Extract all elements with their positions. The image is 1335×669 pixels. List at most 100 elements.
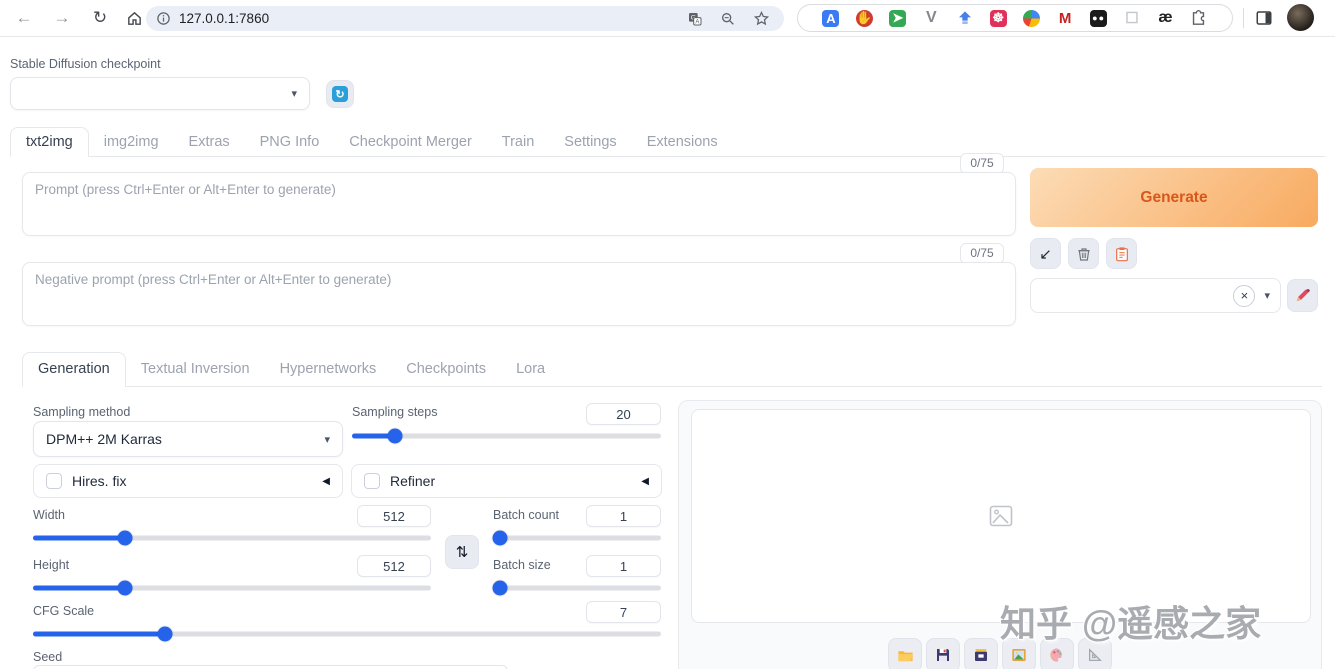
batch-size-input[interactable] [586,555,661,577]
red-m-extension-icon[interactable]: M [1057,10,1074,27]
width-label: Width [33,508,65,522]
sampling-steps-input[interactable] [586,403,661,425]
profile-avatar[interactable] [1287,4,1314,31]
tab-generation[interactable]: Generation [22,352,126,387]
batch-count-slider-handle[interactable] [492,530,508,545]
result-gallery[interactable] [691,409,1311,623]
translate-extension-icon[interactable]: A [822,9,840,27]
negative-prompt-input[interactable] [22,262,1016,326]
tab-hypernetworks[interactable]: Hypernetworks [265,353,392,386]
site-info-icon[interactable] [156,11,171,26]
extensions-puzzle-icon[interactable] [1190,9,1207,27]
batch-size-slider[interactable] [492,580,661,595]
swap-width-height-button[interactable]: ⇅ [445,535,479,569]
height-slider[interactable] [33,580,431,595]
pink-extension-icon[interactable]: ☸ [989,9,1007,27]
generation-tabs: Generation Textual Inversion Hypernetwor… [22,352,1322,387]
edit-styles-button[interactable] [1287,279,1318,312]
red-circle-extension-icon[interactable]: ✋ [855,9,873,27]
tab-checkpoint-merger[interactable]: Checkpoint Merger [334,128,487,156]
cfg-scale-input[interactable] [586,601,661,623]
side-panel-icon[interactable] [1250,0,1278,36]
pencil-icon [1296,289,1310,302]
browser-reload-icon[interactable]: ↻ [86,0,114,36]
tab-textual-inversion[interactable]: Textual Inversion [126,353,265,386]
open-folder-button[interactable] [888,638,922,669]
sampling-steps-slider[interactable] [352,428,661,443]
seed-input[interactable] [33,665,508,669]
watermark: 知乎 @遥感之家 [1000,603,1262,644]
extensions-shelf: A ✋ ➤ V ☸ M ●● ☐ æ [797,4,1233,32]
browser-forward-icon[interactable]: → [48,0,76,36]
hires-fix-accordion[interactable]: Hires. fix ◀ [33,464,343,498]
sampling-steps-slider-handle[interactable] [387,428,403,443]
framed-picture-icon [1012,649,1026,661]
width-slider[interactable] [33,530,431,545]
prompt-input[interactable] [22,172,1016,236]
wastebasket-icon [1077,247,1090,261]
black-eyes-extension-icon[interactable]: ●● [1090,9,1108,27]
apply-styles-button[interactable] [1106,238,1137,269]
styles-dropdown[interactable]: × ▾ [1030,278,1281,313]
save-button[interactable] [926,638,960,669]
image-placeholder-icon [989,505,1013,527]
faded-extension-icon[interactable]: ☐ [1124,10,1141,27]
height-input[interactable] [357,555,431,577]
hires-fix-label: Hires. fix [72,473,127,489]
generate-button[interactable]: Generate [1030,168,1318,227]
accordion-collapsed-icon[interactable]: ◀ [641,476,649,487]
v-extension-icon[interactable]: V [923,9,940,27]
save-zip-button[interactable] [964,638,998,669]
blue-arrow-extension-icon[interactable] [956,10,973,27]
cfg-scale-slider[interactable] [33,626,661,641]
width-input[interactable] [357,505,431,527]
refresh-checkpoints-button[interactable]: ↻ [326,80,354,108]
ae-extension-icon[interactable]: æ [1157,9,1174,27]
tab-checkpoints[interactable]: Checkpoints [391,353,501,386]
checkpoint-dropdown[interactable]: ▾ [10,77,310,110]
tab-train[interactable]: Train [487,128,550,156]
tab-extras[interactable]: Extras [174,128,245,156]
seed-label: Seed [33,650,63,664]
clear-styles-icon[interactable]: × [1233,284,1256,307]
height-label: Height [33,558,70,572]
width-slider-handle[interactable] [117,530,133,545]
batch-count-slider[interactable] [492,530,661,545]
bookmark-star-icon[interactable] [753,10,770,27]
tab-extensions[interactable]: Extensions [632,128,733,156]
color-pie-extension-icon[interactable] [1023,9,1041,27]
address-bar[interactable]: 127.0.0.1:7860 GA [146,6,784,31]
triangular-ruler-icon [1089,648,1102,661]
hires-fix-checkbox[interactable] [46,473,62,489]
refiner-label: Refiner [390,473,436,489]
browser-back-icon[interactable]: ← [10,0,38,36]
tab-lora[interactable]: Lora [501,353,560,386]
translate-icon[interactable]: GA [687,11,703,27]
height-slider-handle[interactable] [117,580,133,595]
zoom-icon[interactable] [720,11,736,27]
checkpoint-label: Stable Diffusion checkpoint [10,57,161,71]
url-text[interactable]: 127.0.0.1:7860 [179,11,269,26]
sampling-method-label: Sampling method [33,405,131,419]
svg-text:A: A [695,19,699,25]
tab-png-info[interactable]: PNG Info [245,128,335,156]
cfg-scale-slider-handle[interactable] [157,626,173,641]
batch-count-input[interactable] [586,505,661,527]
tab-settings[interactable]: Settings [549,128,631,156]
stable-diffusion-webui-window: ← → ↻ 127.0.0.1:7860 GA A ✋ ➤ V ☸ M ●● ☐ [0,0,1335,669]
slider-fill [33,585,125,590]
slider-track [493,585,661,590]
browser-home-icon[interactable] [120,0,148,36]
sampling-method-dropdown[interactable]: DPM++ 2M Karras ▾ [33,421,343,457]
main-tabs: txt2img img2img Extras PNG Info Checkpoi… [10,127,1325,157]
negative-prompt-token-counter: 0/75 [960,243,1004,264]
tab-txt2img[interactable]: txt2img [10,127,89,157]
refiner-checkbox[interactable] [364,473,380,489]
batch-size-slider-handle[interactable] [492,580,508,595]
refiner-accordion[interactable]: Refiner ◀ [351,464,662,498]
accordion-collapsed-icon[interactable]: ◀ [322,476,330,487]
green-chat-extension-icon[interactable]: ➤ [889,9,907,27]
tab-img2img[interactable]: img2img [89,128,174,156]
clear-prompt-button[interactable] [1068,238,1099,269]
paste-button[interactable]: ↙ [1030,238,1061,269]
